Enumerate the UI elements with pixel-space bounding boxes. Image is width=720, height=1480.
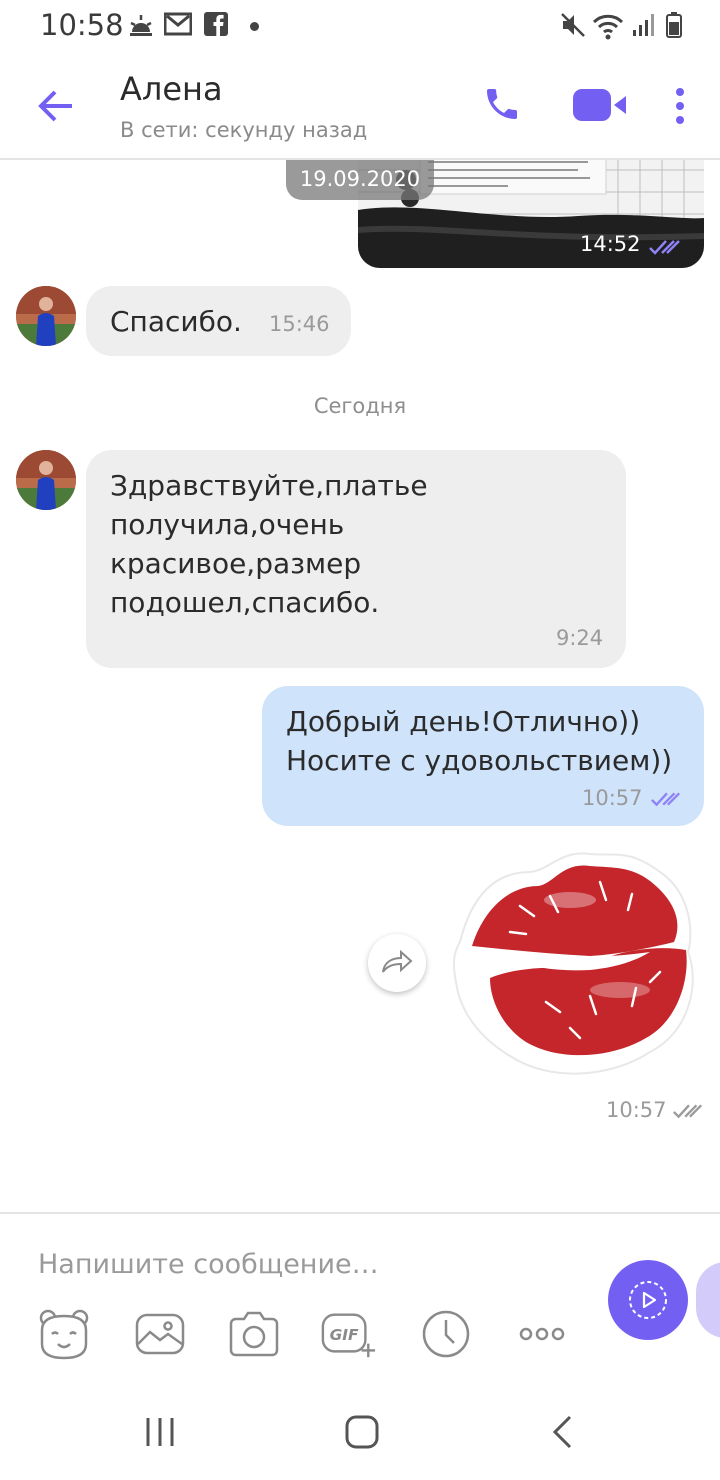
facebook-icon — [204, 12, 228, 36]
message-input[interactable] — [38, 1242, 578, 1286]
svg-text:GIF: GIF — [330, 1326, 359, 1344]
home-icon[interactable] — [344, 1414, 380, 1450]
timer-icon[interactable] — [418, 1306, 474, 1362]
gallery-icon[interactable] — [132, 1306, 188, 1362]
forward-button[interactable] — [368, 934, 426, 992]
message-line: Носите с удовольствием)) — [286, 744, 673, 777]
camera-icon[interactable] — [226, 1306, 282, 1362]
weather-icon — [130, 15, 152, 36]
chat-area[interactable]: 19.09.2020 14:52 Спасибо. 15:46 Сегодня … — [0, 160, 720, 1212]
date-pill: 19.09.2020 — [286, 160, 434, 200]
avatar-photo — [16, 450, 76, 510]
forward-arrow-icon — [382, 949, 413, 973]
message-text: Спасибо. — [110, 305, 242, 338]
contact-name[interactable]: Алена — [120, 70, 223, 108]
status-bar: 10:58 — [0, 0, 720, 52]
more-vert-icon[interactable] — [672, 86, 688, 126]
message-time: 9:24 — [556, 626, 604, 650]
message-time: 15:46 — [269, 312, 330, 336]
wifi-icon — [592, 14, 624, 40]
contact-avatar[interactable] — [16, 286, 76, 346]
video-message-button[interactable] — [608, 1260, 688, 1340]
message-line: подошел,спасибо. — [110, 586, 380, 619]
system-nav-bar — [0, 1382, 720, 1480]
contact-avatar[interactable] — [16, 450, 76, 510]
signal-icon — [633, 14, 654, 36]
status-time: 10:58 — [40, 8, 124, 42]
message-text: Здравствуйте,платье получила,очень краси… — [110, 466, 428, 622]
battery-icon — [666, 12, 682, 38]
back-arrow-icon[interactable] — [36, 86, 76, 126]
message-text: Добрый день!Отлично)) Носите с удовольст… — [286, 702, 672, 780]
photo-message-time: 14:52 — [580, 232, 641, 256]
sticker-time: 10:57 — [606, 1098, 667, 1122]
video-call-icon[interactable] — [572, 88, 628, 122]
message-time: 10:57 — [582, 786, 643, 810]
gmail-icon — [164, 12, 192, 36]
secondary-action-button[interactable] — [696, 1262, 720, 1338]
contact-status: В сети: секунду назад — [120, 118, 368, 142]
phone-icon[interactable] — [482, 84, 522, 124]
message-bubble-outgoing[interactable]: Добрый день!Отлично)) Носите с удовольст… — [262, 686, 704, 826]
message-bubble-incoming[interactable]: Спасибо. 15:46 — [86, 286, 351, 356]
avatar-photo — [16, 286, 76, 346]
red-lips-kiss-sticker[interactable] — [450, 842, 700, 1082]
recent-apps-icon[interactable] — [144, 1416, 176, 1448]
read-check-icon — [649, 240, 680, 255]
message-composer: GIF — [0, 1212, 720, 1384]
video-message-icon — [629, 1281, 667, 1319]
message-line: Добрый день!Отлично)) — [286, 705, 641, 738]
gif-icon[interactable]: GIF — [320, 1306, 376, 1362]
message-line: Здравствуйте,платье — [110, 469, 428, 502]
message-line: красивое,размер — [110, 547, 362, 580]
sticker-bear-icon[interactable] — [36, 1306, 92, 1362]
back-icon[interactable] — [550, 1414, 574, 1450]
delivered-check-icon — [673, 1104, 703, 1119]
read-check-icon — [651, 792, 681, 807]
more-horiz-icon[interactable] — [514, 1306, 570, 1362]
notification-dot-icon — [250, 22, 259, 31]
chat-header: Алена В сети: секунду назад — [0, 52, 720, 160]
day-separator: Сегодня — [313, 394, 407, 418]
mute-icon — [561, 13, 585, 37]
message-bubble-incoming[interactable]: Здравствуйте,платье получила,очень краси… — [86, 450, 626, 668]
message-line: получила,очень — [110, 508, 345, 541]
